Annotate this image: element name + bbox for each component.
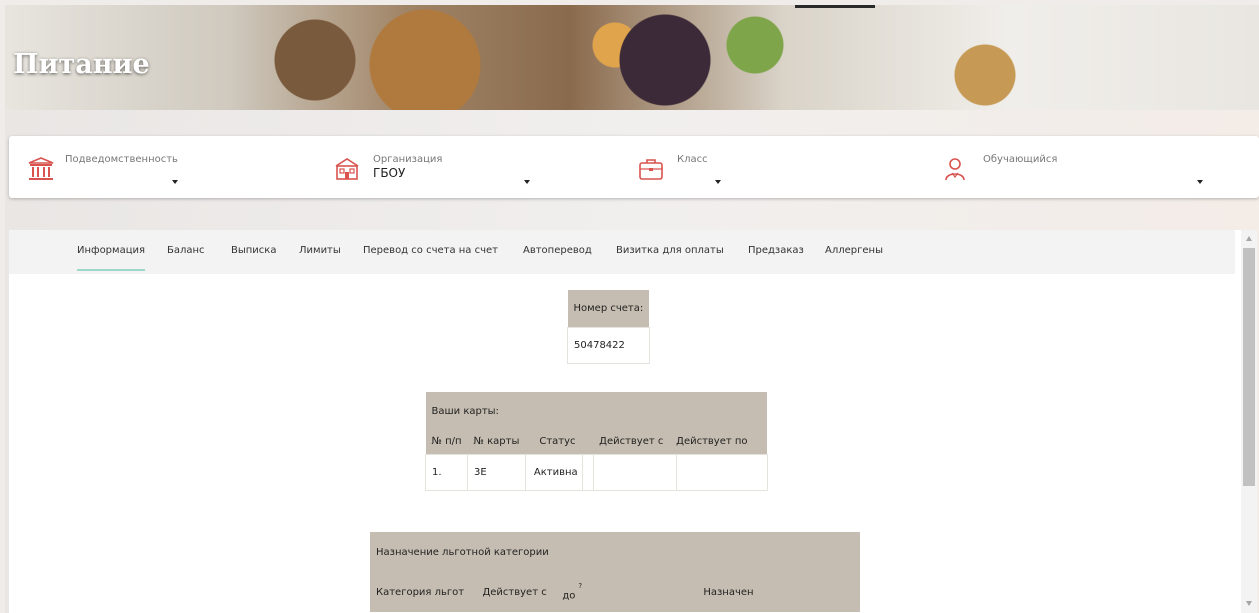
student-person-icon <box>945 158 965 181</box>
benefits-col-empty <box>788 572 860 612</box>
scrollbar-thumb[interactable] <box>1243 248 1255 486</box>
chevron-down-icon[interactable] <box>524 180 530 184</box>
filter-bar: Подведомственность Организация ГБОУ Клас… <box>9 136 1259 198</box>
filter-organization[interactable]: Организация ГБОУ <box>333 150 533 190</box>
cards-col-num: № п/п <box>431 436 462 448</box>
card-number: 3E <box>467 453 526 491</box>
filter-subordination[interactable]: Подведомственность <box>27 150 187 190</box>
account-table: Номер счета: 50478422 <box>567 290 650 364</box>
tab-transfer[interactable]: Перевод со счета на счет <box>363 245 498 256</box>
filter-class[interactable]: Класс <box>637 150 777 190</box>
header-banner: Питание <box>5 5 1259 110</box>
briefcase-icon <box>639 159 663 180</box>
chevron-down-icon[interactable] <box>1197 180 1203 184</box>
tab-limits[interactable]: Лимиты <box>299 245 341 256</box>
account-header: Номер счета: <box>567 290 650 327</box>
cards-col-from: Действует с <box>599 436 664 448</box>
card-to <box>675 453 768 491</box>
tab-information[interactable]: Информация <box>77 245 146 271</box>
card-from <box>592 453 677 491</box>
scroll-down-icon[interactable] <box>1246 601 1252 606</box>
cards-col-extra <box>582 430 593 454</box>
benefits-col-to: до? <box>562 572 585 612</box>
content-panel: Информация Баланс Выписка Лимиты Перевод… <box>9 230 1241 613</box>
account-number: 50478422 <box>567 326 650 364</box>
benefits-col-to-label: до <box>562 590 576 602</box>
tab-autotransfer[interactable]: Автоперевод <box>523 245 592 256</box>
benefits-title: Назначение льготной категории <box>376 546 549 558</box>
help-icon[interactable]: ? <box>578 582 582 590</box>
chevron-down-icon[interactable] <box>715 180 721 184</box>
card-num: 1. <box>424 453 469 491</box>
cards-table: Ваши карты: № п/п № карты Статус Действу… <box>424 392 768 491</box>
school-building-icon <box>335 158 359 180</box>
vertical-scrollbar[interactable] <box>1241 230 1257 613</box>
card-status: Активна <box>524 453 583 491</box>
card-extra <box>581 453 594 491</box>
tab-preorder[interactable]: Предзаказ <box>748 245 804 256</box>
cards-col-status: Статус <box>539 436 576 448</box>
banner-top-mark <box>795 5 875 8</box>
table-row: 1. 3E Активна <box>424 453 768 491</box>
chevron-down-icon[interactable] <box>172 180 178 184</box>
tab-statement[interactable]: Выписка <box>231 245 276 256</box>
ministry-building-icon <box>28 157 54 180</box>
filter-student[interactable]: Обучающийся <box>941 150 1211 190</box>
tab-payment-card[interactable]: Визитка для оплаты <box>616 245 724 256</box>
benefits-col-category: Категория льгот <box>376 586 465 598</box>
filter-organization-label: Организация <box>373 154 443 165</box>
benefits-col-assigned: Назначен <box>703 586 754 598</box>
cards-title: Ваши карты: <box>431 405 499 417</box>
page-title: Питание <box>13 49 150 80</box>
tab-bar: Информация Баланс Выписка Лимиты Перевод… <box>9 230 1235 274</box>
cards-col-to: Действует по <box>676 436 748 448</box>
tab-allergens[interactable]: Аллергены <box>825 245 883 256</box>
filter-organization-value: ГБОУ <box>373 166 406 180</box>
tab-balance[interactable]: Баланс <box>167 245 205 256</box>
benefits-col-from: Действует с <box>482 586 547 598</box>
filter-subordination-label: Подведомственность <box>65 154 178 165</box>
filter-class-label: Класс <box>677 154 708 165</box>
cards-col-card: № карты <box>473 436 520 448</box>
filter-student-label: Обучающийся <box>983 154 1058 165</box>
benefits-table: Назначение льготной категории Категория … <box>370 532 860 612</box>
scroll-up-icon[interactable] <box>1246 236 1252 241</box>
